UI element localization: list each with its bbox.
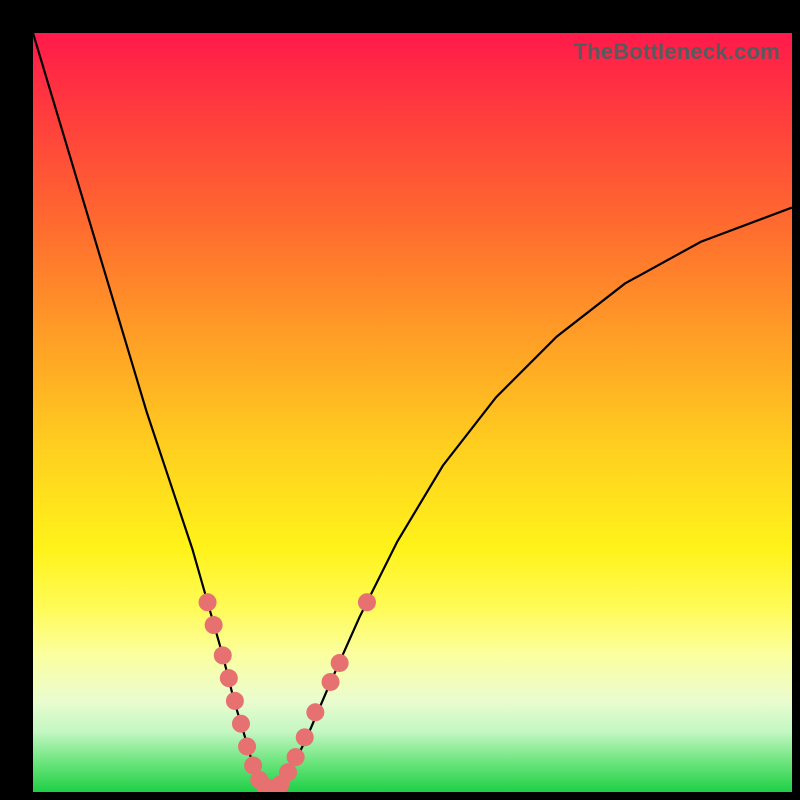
data-point-right-arm-2 bbox=[287, 748, 305, 766]
data-point-left-arm-7 bbox=[238, 737, 256, 755]
data-point-left-arm-2 bbox=[205, 616, 223, 634]
data-point-left-arm-6 bbox=[232, 715, 250, 733]
chart-svg bbox=[33, 33, 792, 792]
data-point-left-arm-4 bbox=[220, 669, 238, 687]
data-point-right-arm-6 bbox=[331, 654, 349, 672]
data-point-right-arm-4 bbox=[306, 703, 324, 721]
data-point-left-arm-3 bbox=[214, 646, 232, 664]
data-point-right-arm-5 bbox=[322, 673, 340, 691]
watermark-text: TheBottleneck.com bbox=[574, 39, 780, 65]
data-points-group bbox=[199, 593, 376, 792]
data-point-left-arm-5 bbox=[226, 692, 244, 710]
plot-area: TheBottleneck.com bbox=[33, 33, 792, 792]
data-point-right-arm-3 bbox=[296, 728, 314, 746]
chart-frame: TheBottleneck.com bbox=[0, 0, 800, 800]
data-point-right-arm-top bbox=[358, 593, 376, 611]
data-point-left-arm-top bbox=[199, 593, 217, 611]
bottleneck-curve bbox=[33, 33, 792, 789]
